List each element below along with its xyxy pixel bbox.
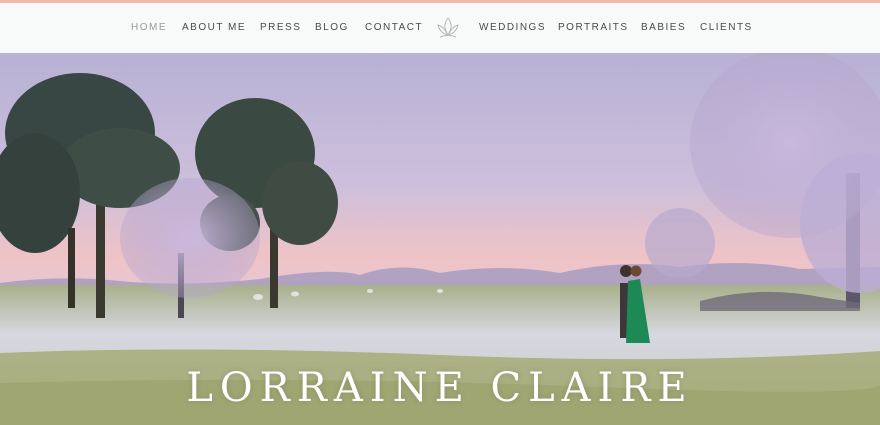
nav-item-press[interactable]: PRESS bbox=[260, 22, 301, 33]
nav-item-portraits[interactable]: PORTRAITS bbox=[558, 22, 629, 33]
nav-item-babies[interactable]: BABIES bbox=[641, 22, 686, 33]
nav-item-contact[interactable]: CONTACT bbox=[365, 22, 423, 33]
nav-item-weddings[interactable]: WEDDINGS bbox=[479, 22, 546, 33]
lotus-icon[interactable] bbox=[434, 15, 462, 41]
nav-item-about-me[interactable]: ABOUT ME bbox=[182, 22, 246, 33]
nav-item-home[interactable]: HOME bbox=[131, 22, 167, 33]
nav-item-clients[interactable]: CLIENTS bbox=[700, 22, 753, 33]
nav-item-blog[interactable]: BLOG bbox=[315, 22, 349, 33]
main-navigation: HOME ABOUT ME PRESS BLOG CONTACT WEDDING… bbox=[0, 3, 880, 53]
hero-title: LORRAINE CLAIRE bbox=[186, 364, 694, 411]
